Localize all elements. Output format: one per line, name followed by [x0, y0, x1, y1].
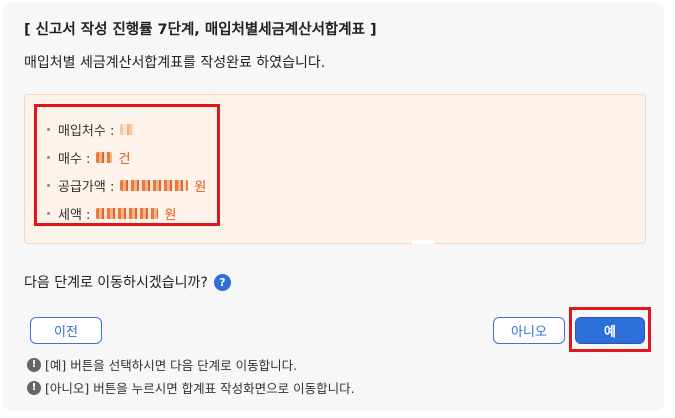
page-title: [ 신고서 작성 진행률 7단계, 매입처별세금계산서합계표 ]: [24, 22, 377, 38]
summary-label: 공급가액 :: [58, 180, 115, 195]
redacted-value: [120, 124, 135, 135]
completion-message: 매입처별 세금계산서합계표를 작성완료 하였습니다.: [24, 55, 326, 71]
redacted-value: [96, 152, 113, 163]
prev-button[interactable]: 이전: [30, 317, 102, 344]
bullet-icon: [47, 156, 50, 159]
summary-unit: 원: [194, 180, 207, 195]
note-text: [아니오] 버튼을 누르시면 합계표 작성화면으로 이동합니다.: [45, 381, 355, 396]
yes-button[interactable]: 예: [575, 317, 645, 344]
bullet-icon: [47, 212, 50, 215]
summary-label: 매수 :: [58, 152, 91, 167]
summary-row-supplier-count: 매입처수 :: [47, 120, 135, 139]
no-button[interactable]: 아니오: [493, 317, 565, 344]
summary-row-count: 매수 : 건: [47, 148, 130, 167]
redacted-value: [120, 180, 189, 191]
summary-row-supply-amount: 공급가액 : 원: [47, 176, 206, 195]
note-no: ! [아니오] 버튼을 누르시면 합계표 작성화면으로 이동합니다.: [27, 378, 355, 397]
bullet-icon: [47, 128, 50, 131]
confirm-question: 다음 단계로 이동하시겠습니까? ?: [24, 272, 231, 292]
note-text: [예] 버튼을 선택하시면 다음 단계로 이동합니다.: [45, 358, 298, 373]
divider-notch: [412, 240, 434, 244]
summary-row-tax-amount: 세액 : 원: [47, 204, 176, 223]
summary-label: 매입처수 :: [58, 124, 115, 139]
redacted-value: [96, 208, 159, 219]
exclamation-icon: !: [27, 380, 41, 395]
summary-unit: 원: [164, 208, 177, 223]
help-icon[interactable]: ?: [213, 273, 231, 291]
note-yes: ! [예] 버튼을 선택하시면 다음 단계로 이동합니다.: [27, 355, 297, 374]
question-text: 다음 단계로 이동하시겠습니까?: [24, 275, 208, 291]
summary-unit: 건: [118, 152, 131, 167]
summary-label: 세액 :: [58, 208, 91, 223]
exclamation-icon: !: [27, 357, 41, 372]
bullet-icon: [47, 184, 50, 187]
